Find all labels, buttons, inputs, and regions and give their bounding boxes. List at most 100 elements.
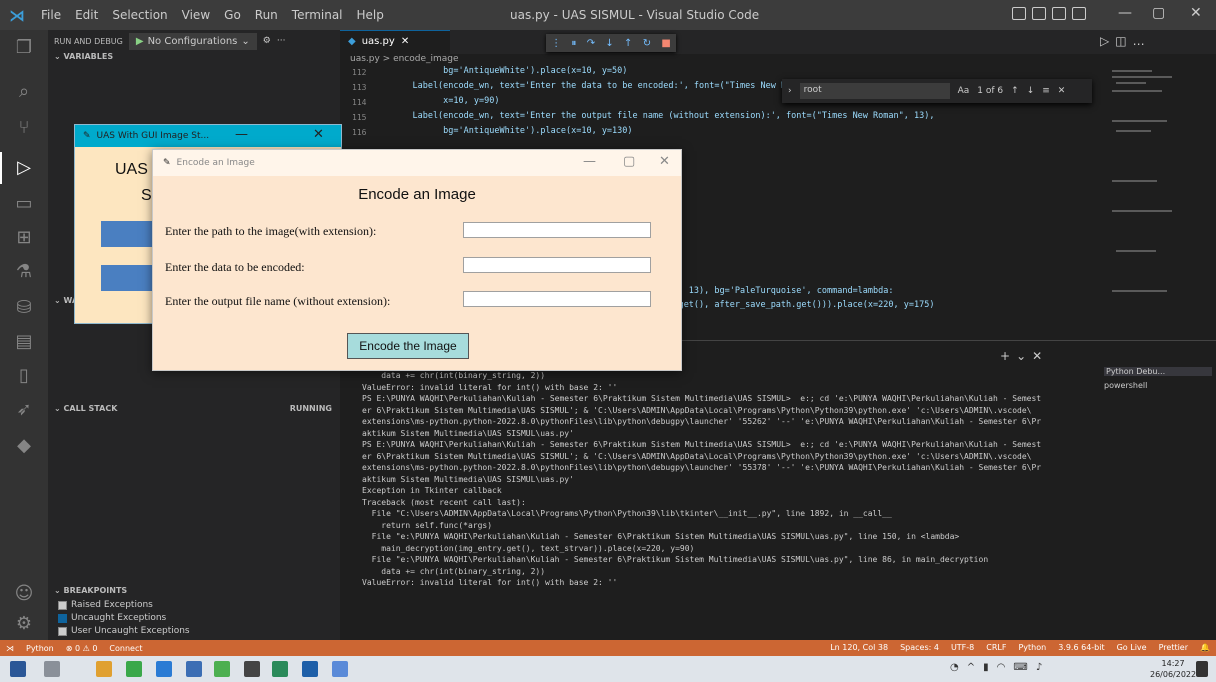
step-over-icon[interactable]: ↷ [587, 38, 595, 49]
checkbox[interactable] [58, 600, 67, 610]
restart-icon[interactable]: ↻ [643, 38, 651, 49]
step-out-icon[interactable]: ↑ [624, 38, 632, 49]
toggle-panel-icon[interactable] [1032, 7, 1046, 20]
customize-layout-icon[interactable] [1072, 7, 1086, 20]
python-icon[interactable]: ◆ [12, 434, 36, 458]
encode-image-button[interactable]: Encode the Image [347, 333, 469, 359]
chrome-icon[interactable] [126, 661, 142, 677]
python-taskbar-icon[interactable] [332, 661, 348, 677]
image-path-input[interactable] [463, 222, 651, 238]
status-language[interactable]: Python [1012, 643, 1052, 652]
status-python[interactable]: Python [20, 644, 60, 653]
checkbox-checked[interactable] [58, 613, 67, 623]
toggle-secondary-sidebar-icon[interactable] [1052, 7, 1066, 20]
status-connect[interactable]: Connect [103, 644, 148, 653]
status-prettier[interactable]: Prettier [1153, 643, 1194, 652]
main-window-minimize-button[interactable]: — [235, 127, 248, 142]
stop-icon[interactable]: ■ [661, 38, 670, 49]
edge-icon[interactable] [186, 661, 202, 677]
vscode-close-button[interactable]: ✕ [1190, 5, 1202, 21]
volume-icon[interactable]: ♪ [1036, 662, 1042, 673]
keyboard-icon[interactable]: ⌨ [1013, 662, 1027, 673]
pause-icon[interactable]: ⏸ [571, 38, 576, 49]
main-window-close-button[interactable]: ✕ [313, 127, 324, 142]
close-tab-icon[interactable]: ✕ [401, 36, 409, 49]
drag-handle-icon[interactable]: ⋮ [551, 38, 561, 49]
encode-maximize-button[interactable]: ▢ [623, 154, 635, 169]
toggle-sidebar-icon[interactable] [1012, 7, 1026, 20]
taskbar-clock[interactable]: 14:27 26/06/2022 [1150, 658, 1196, 680]
app-icon[interactable] [272, 661, 288, 677]
status-interpreter[interactable]: 3.9.6 64-bit [1052, 643, 1110, 652]
find-in-selection-icon[interactable]: ≡ [1042, 86, 1050, 96]
breadcrumb[interactable]: uas.py > encode_image [350, 54, 459, 64]
output-filename-input[interactable] [463, 291, 651, 307]
app-icon[interactable] [302, 661, 318, 677]
chevron-down-icon[interactable]: ⌄ [1016, 349, 1032, 363]
section-variables[interactable]: ⌄ VARIABLES [48, 48, 340, 66]
source-control-icon[interactable]: ⑂ [12, 116, 36, 140]
search-icon[interactable]: ⌕ [12, 80, 36, 104]
find-input[interactable]: root [799, 83, 950, 99]
action-center-icon[interactable] [1196, 661, 1208, 677]
store-icon[interactable] [244, 661, 260, 677]
database-icon[interactable]: ⛁ [12, 296, 36, 320]
network-icon[interactable]: ◔ [950, 662, 959, 673]
checkbox[interactable] [58, 626, 67, 636]
accounts-icon[interactable]: ☺ [12, 582, 36, 606]
debug-settings-gear-icon[interactable]: ⚙ [263, 36, 271, 46]
battery-icon[interactable]: ▮ [983, 662, 989, 673]
task-view-icon[interactable] [44, 661, 60, 677]
status-eol[interactable]: CRLF [980, 643, 1012, 652]
encode-close-button[interactable]: ✕ [659, 154, 670, 169]
terminal-entry-python-debug[interactable]: Python Debu... [1104, 367, 1212, 376]
vscode-maximize-button[interactable]: ▢ [1152, 5, 1165, 21]
menu-help[interactable]: Help [350, 8, 391, 22]
breakpoint-uncaught-exceptions[interactable]: Uncaught Exceptions [58, 613, 166, 623]
menu-edit[interactable]: Edit [68, 8, 105, 22]
new-terminal-icon[interactable]: + [1000, 349, 1016, 363]
debug-config-select[interactable]: ▶ No Configurations ⌄ [128, 32, 257, 50]
main-window-titlebar[interactable]: ✎ UAS With GUI Image St... [75, 125, 341, 147]
remote-indicator-icon[interactable]: ⋊ [0, 644, 20, 653]
expand-replace-icon[interactable]: › [788, 86, 792, 96]
terminal-entry-powershell[interactable]: powershell [1104, 381, 1147, 390]
file-explorer-icon[interactable] [96, 661, 112, 677]
status-cursor[interactable]: Ln 120, Col 38 [824, 643, 894, 652]
menu-go[interactable]: Go [217, 8, 248, 22]
vscode-taskbar-icon[interactable] [156, 661, 172, 677]
start-debug-icon[interactable]: ▶ [136, 36, 144, 47]
menu-view[interactable]: View [175, 8, 217, 22]
live-share-icon[interactable]: ➶ [12, 398, 36, 422]
status-encoding[interactable]: UTF-8 [945, 643, 980, 652]
status-problems[interactable]: ⊗ 0 ⚠ 0 [60, 644, 104, 653]
split-editor-icon[interactable]: ◫ [1115, 34, 1132, 48]
menu-run[interactable]: Run [248, 8, 285, 22]
remote-explorer-icon[interactable]: ▭ [12, 192, 36, 216]
docker-icon[interactable]: ▤ [12, 330, 36, 354]
status-spaces[interactable]: Spaces: 4 [894, 643, 945, 652]
encode-window-titlebar[interactable]: ✎ Encode an Image [153, 150, 681, 176]
run-debug-icon[interactable]: ▷ [0, 152, 36, 184]
more-actions-icon[interactable]: ··· [277, 36, 286, 46]
tab-uas-py[interactable]: ◆ uas.py ✕ [340, 30, 450, 54]
section-breakpoints[interactable]: ⌄ BREAKPOINTS [48, 582, 340, 600]
section-call-stack[interactable]: ⌄ CALL STACK RUNNING [48, 400, 340, 418]
wifi-icon[interactable]: ◠ [997, 662, 1006, 673]
extensions-icon[interactable]: ⊞ [12, 226, 36, 250]
menu-selection[interactable]: Selection [105, 8, 174, 22]
windows-start-icon[interactable] [10, 661, 26, 677]
status-go-live[interactable]: Go Live [1111, 643, 1153, 652]
run-file-icon[interactable]: ▷ [1100, 34, 1115, 48]
notifications-bell-icon[interactable]: 🔔 [1194, 643, 1216, 652]
menu-terminal[interactable]: Terminal [285, 8, 350, 22]
more-icon[interactable]: … [1133, 34, 1151, 48]
encode-minimize-button[interactable]: — [583, 154, 596, 169]
data-to-encode-input[interactable] [463, 257, 651, 273]
notes-icon[interactable]: ▯ [12, 364, 36, 388]
chevron-up-icon[interactable]: ^ [967, 662, 975, 673]
breakpoint-raised-exceptions[interactable]: Raised Exceptions [58, 600, 153, 610]
close-panel-icon[interactable]: ✕ [1032, 349, 1048, 363]
previous-match-icon[interactable]: ↑ [1011, 86, 1019, 96]
match-case-icon[interactable]: Aa [958, 86, 970, 96]
